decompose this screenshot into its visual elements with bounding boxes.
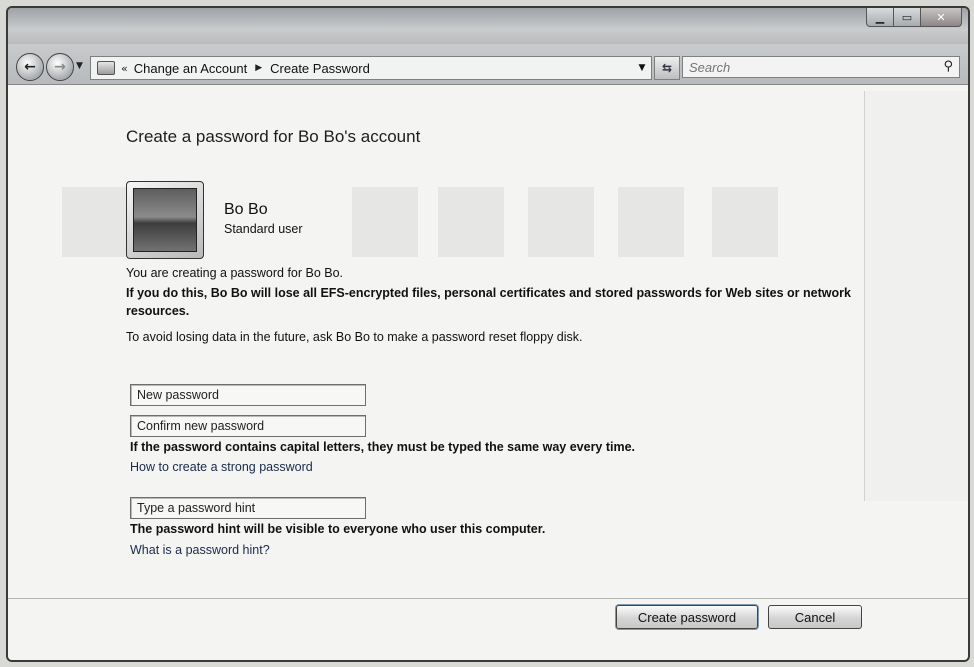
content-area: Create a password for Bo Bo's account Bo…: [8, 85, 968, 660]
info-text: You are creating a password for Bo Bo.: [126, 266, 344, 280]
background-tile: [438, 187, 504, 257]
forward-button[interactable]: →: [46, 53, 74, 81]
breadcrumb-overflow-icon[interactable]: «: [121, 62, 128, 75]
search-input[interactable]: [683, 57, 935, 77]
control-panel-window: ▁ ▭ ✕ ← → ▼ « Change an Account ▶ Create…: [6, 6, 970, 662]
navigation-bar: ← → ▼ « Change an Account ▶ Create Passw…: [8, 44, 968, 85]
user-name: Bo Bo: [224, 201, 268, 218]
title-bar[interactable]: ▁ ▭ ✕: [8, 8, 968, 44]
address-bar[interactable]: « Change an Account ▶ Create Password ▼: [90, 56, 652, 80]
strong-password-link[interactable]: How to create a strong password: [130, 460, 313, 474]
back-button[interactable]: ←: [16, 53, 44, 81]
user-avatar: [126, 181, 204, 259]
caps-note: If the password contains capital letters…: [130, 440, 636, 454]
background-tile: [712, 187, 778, 257]
page-title: Create a password for Bo Bo's account: [126, 127, 421, 146]
new-password-input[interactable]: [131, 385, 365, 405]
password-hint-help-link[interactable]: What is a password hint?: [130, 543, 270, 557]
warning-text: If you do this, Bo Bo will lose all EFS-…: [126, 286, 851, 318]
refresh-button[interactable]: ⇆: [654, 56, 680, 80]
confirm-password-input[interactable]: [131, 416, 365, 436]
breadcrumb-separator-icon[interactable]: ▶: [255, 63, 262, 73]
caption-buttons: ▁ ▭ ✕: [866, 8, 962, 27]
maximize-button[interactable]: ▭: [894, 8, 921, 27]
background-tile: [528, 187, 594, 257]
back-arrow-icon: ←: [24, 59, 36, 75]
close-icon: ✕: [936, 10, 946, 24]
background-tile: [352, 187, 418, 257]
password-hint-field[interactable]: [130, 497, 366, 519]
control-panel-icon: [97, 61, 115, 75]
create-password-button[interactable]: Create password: [616, 605, 758, 629]
minimize-button[interactable]: ▁: [866, 8, 894, 27]
footer-divider: [8, 598, 968, 599]
avatar-picture: [133, 188, 197, 252]
address-dropdown-icon[interactable]: ▼: [633, 63, 651, 73]
refresh-icon: ⇆: [661, 61, 673, 75]
confirm-password-field[interactable]: [130, 415, 366, 437]
close-button[interactable]: ✕: [921, 8, 962, 27]
minimize-icon: ▁: [875, 10, 885, 24]
background-tile: [618, 187, 684, 257]
breadcrumb-create-password[interactable]: Create Password: [270, 61, 370, 76]
background-panel: [864, 91, 968, 501]
hint-note: The password hint will be visible to eve…: [130, 522, 546, 536]
advice-text: To avoid losing data in the future, ask …: [126, 330, 583, 344]
search-box[interactable]: ⚲: [682, 56, 960, 78]
password-hint-input[interactable]: [131, 498, 365, 518]
breadcrumb-change-account[interactable]: Change an Account: [134, 61, 247, 76]
cancel-button[interactable]: Cancel: [768, 605, 862, 629]
new-password-field[interactable]: [130, 384, 366, 406]
chevron-down-icon: ▼: [76, 61, 83, 71]
forward-arrow-icon: →: [54, 59, 66, 75]
maximize-icon: ▭: [901, 10, 913, 24]
user-account-type: Standard user: [224, 222, 303, 236]
search-icon[interactable]: ⚲: [943, 59, 953, 74]
recent-pages-dropdown[interactable]: ▼: [76, 61, 83, 71]
background-tile: [62, 187, 128, 257]
